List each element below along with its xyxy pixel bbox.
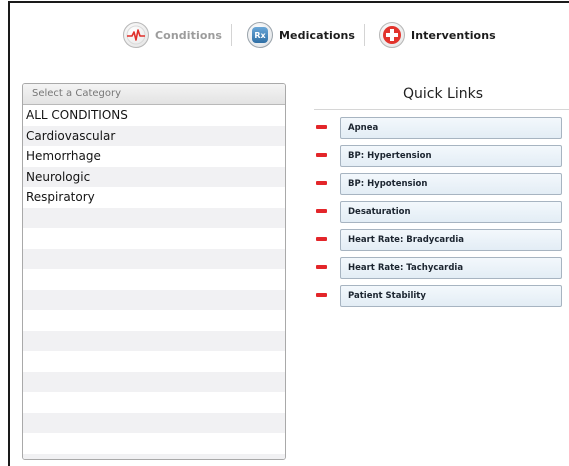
empty-row <box>23 453 285 459</box>
remove-icon[interactable] <box>316 209 327 213</box>
empty-row <box>23 310 285 331</box>
quick-link-bp-hypotension[interactable]: BP: Hypotension <box>340 173 562 195</box>
category-item-all-conditions[interactable]: ALL CONDITIONS <box>23 105 285 126</box>
nav-divider <box>364 24 365 46</box>
quick-link-row: Heart Rate: Bradycardia <box>316 229 569 257</box>
category-item-respiratory[interactable]: Respiratory <box>23 187 285 208</box>
category-list: ALL CONDITIONS Cardiovascular Hemorrhage… <box>23 105 285 459</box>
quick-link-row: BP: Hypotension <box>316 173 569 201</box>
quick-link-row: Desaturation <box>316 201 569 229</box>
quick-link-bp-hypertension[interactable]: BP: Hypertension <box>340 145 562 167</box>
quick-link-row: Patient Stability <box>316 285 569 313</box>
quick-links-divider <box>314 109 569 110</box>
rx-pill: Rx <box>252 27 268 43</box>
remove-icon[interactable] <box>316 125 327 129</box>
medical-cross-icon <box>379 22 405 48</box>
nav-divider <box>231 24 232 46</box>
empty-row <box>23 412 285 433</box>
empty-row <box>23 269 285 290</box>
empty-row <box>23 392 285 413</box>
quick-link-row: Apnea <box>316 117 569 145</box>
heartbeat-icon <box>123 22 149 48</box>
empty-row <box>23 371 285 392</box>
quick-link-patient-stability[interactable]: Patient Stability <box>340 285 562 307</box>
quick-link-desaturation[interactable]: Desaturation <box>340 201 562 223</box>
rx-icon: Rx <box>247 22 273 48</box>
category-item-neurologic[interactable]: Neurologic <box>23 166 285 187</box>
empty-row <box>23 248 285 269</box>
nav-medications-label: Medications <box>279 28 356 42</box>
remove-icon[interactable] <box>316 153 327 157</box>
empty-row <box>23 289 285 310</box>
quick-links-list: Apnea BP: Hypertension BP: Hypotension D… <box>316 117 569 313</box>
quick-link-apnea[interactable]: Apnea <box>340 117 562 139</box>
remove-icon[interactable] <box>316 237 327 241</box>
remove-icon[interactable] <box>316 293 327 297</box>
category-item-hemorrhage[interactable]: Hemorrhage <box>23 146 285 167</box>
nav-conditions-label: Conditions <box>155 28 223 42</box>
empty-row <box>23 207 285 228</box>
quick-link-tachycardia[interactable]: Heart Rate: Tachycardia <box>340 257 562 279</box>
category-item-cardiovascular[interactable]: Cardiovascular <box>23 125 285 146</box>
nav-interventions-button[interactable]: Interventions <box>379 20 496 50</box>
quick-links-title: Quick Links <box>402 86 483 102</box>
top-nav: Conditions Rx Medications Interventions <box>0 0 569 70</box>
quick-link-row: Heart Rate: Tachycardia <box>316 257 569 285</box>
quick-link-row: BP: Hypertension <box>316 145 569 173</box>
nav-interventions-label: Interventions <box>411 28 496 42</box>
nav-medications-button[interactable]: Rx Medications <box>247 20 355 50</box>
empty-row <box>23 433 285 454</box>
quick-link-bradycardia[interactable]: Heart Rate: Bradycardia <box>340 229 562 251</box>
nav-conditions-button[interactable]: Conditions <box>123 20 222 50</box>
cross-badge <box>383 26 401 44</box>
empty-row <box>23 330 285 351</box>
remove-icon[interactable] <box>316 265 327 269</box>
remove-icon[interactable] <box>316 181 327 185</box>
category-panel: Select a Category ALL CONDITIONS Cardiov… <box>22 83 286 460</box>
category-header: Select a Category <box>23 84 285 105</box>
empty-row <box>23 228 285 249</box>
empty-row <box>23 351 285 372</box>
